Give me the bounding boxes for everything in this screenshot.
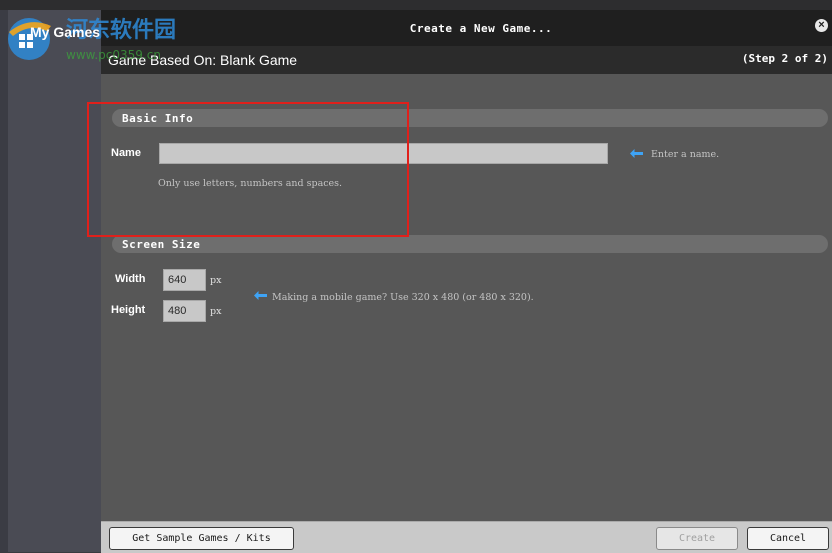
app-top-bar — [0, 0, 832, 10]
arrow-left-icon — [630, 149, 643, 158]
my-games-title[interactable]: My Games — [30, 24, 100, 40]
dialog-title: Create a New Game... — [409, 22, 553, 35]
section-title: Basic Info — [122, 112, 194, 125]
name-input[interactable] — [159, 143, 608, 164]
height-input[interactable] — [163, 300, 206, 322]
step-indicator: (Step 2 of 2) — [741, 52, 828, 65]
height-label: Height — [111, 304, 146, 316]
section-title: Screen Size — [122, 238, 201, 251]
new-game-dialog: Create a New Game... × Game Based On: Bl… — [101, 10, 832, 553]
screen-size-section-header: Screen Size — [112, 235, 828, 253]
name-label: Name — [111, 147, 141, 159]
width-input[interactable] — [163, 269, 206, 291]
width-unit: px — [210, 275, 222, 286]
arrow-left-icon — [254, 291, 267, 300]
name-note: Only use letters, numbers and spaces. — [158, 178, 343, 189]
app-sidebar-strip — [0, 10, 8, 552]
dialog-footer: Get Sample Games / Kits Create Cancel — [101, 521, 832, 553]
cancel-button[interactable]: Cancel — [747, 527, 829, 550]
width-label: Width — [115, 273, 146, 285]
dialog-titlebar: Create a New Game... × — [101, 10, 832, 46]
name-hint: Enter a name. — [651, 149, 720, 160]
screen-size-hint: Making a mobile game? Use 320 x 480 (or … — [272, 292, 534, 303]
height-unit: px — [210, 306, 222, 317]
get-sample-games-button[interactable]: Get Sample Games / Kits — [109, 527, 294, 550]
template-title: Game Based On: Blank Game — [108, 52, 298, 68]
close-icon[interactable]: × — [815, 19, 828, 32]
create-button[interactable]: Create — [656, 527, 738, 550]
basic-info-section-header: Basic Info — [112, 109, 828, 127]
dialog-subheader: Game Based On: Blank Game (Step 2 of 2) — [101, 46, 832, 74]
app-sidebar — [0, 10, 101, 552]
